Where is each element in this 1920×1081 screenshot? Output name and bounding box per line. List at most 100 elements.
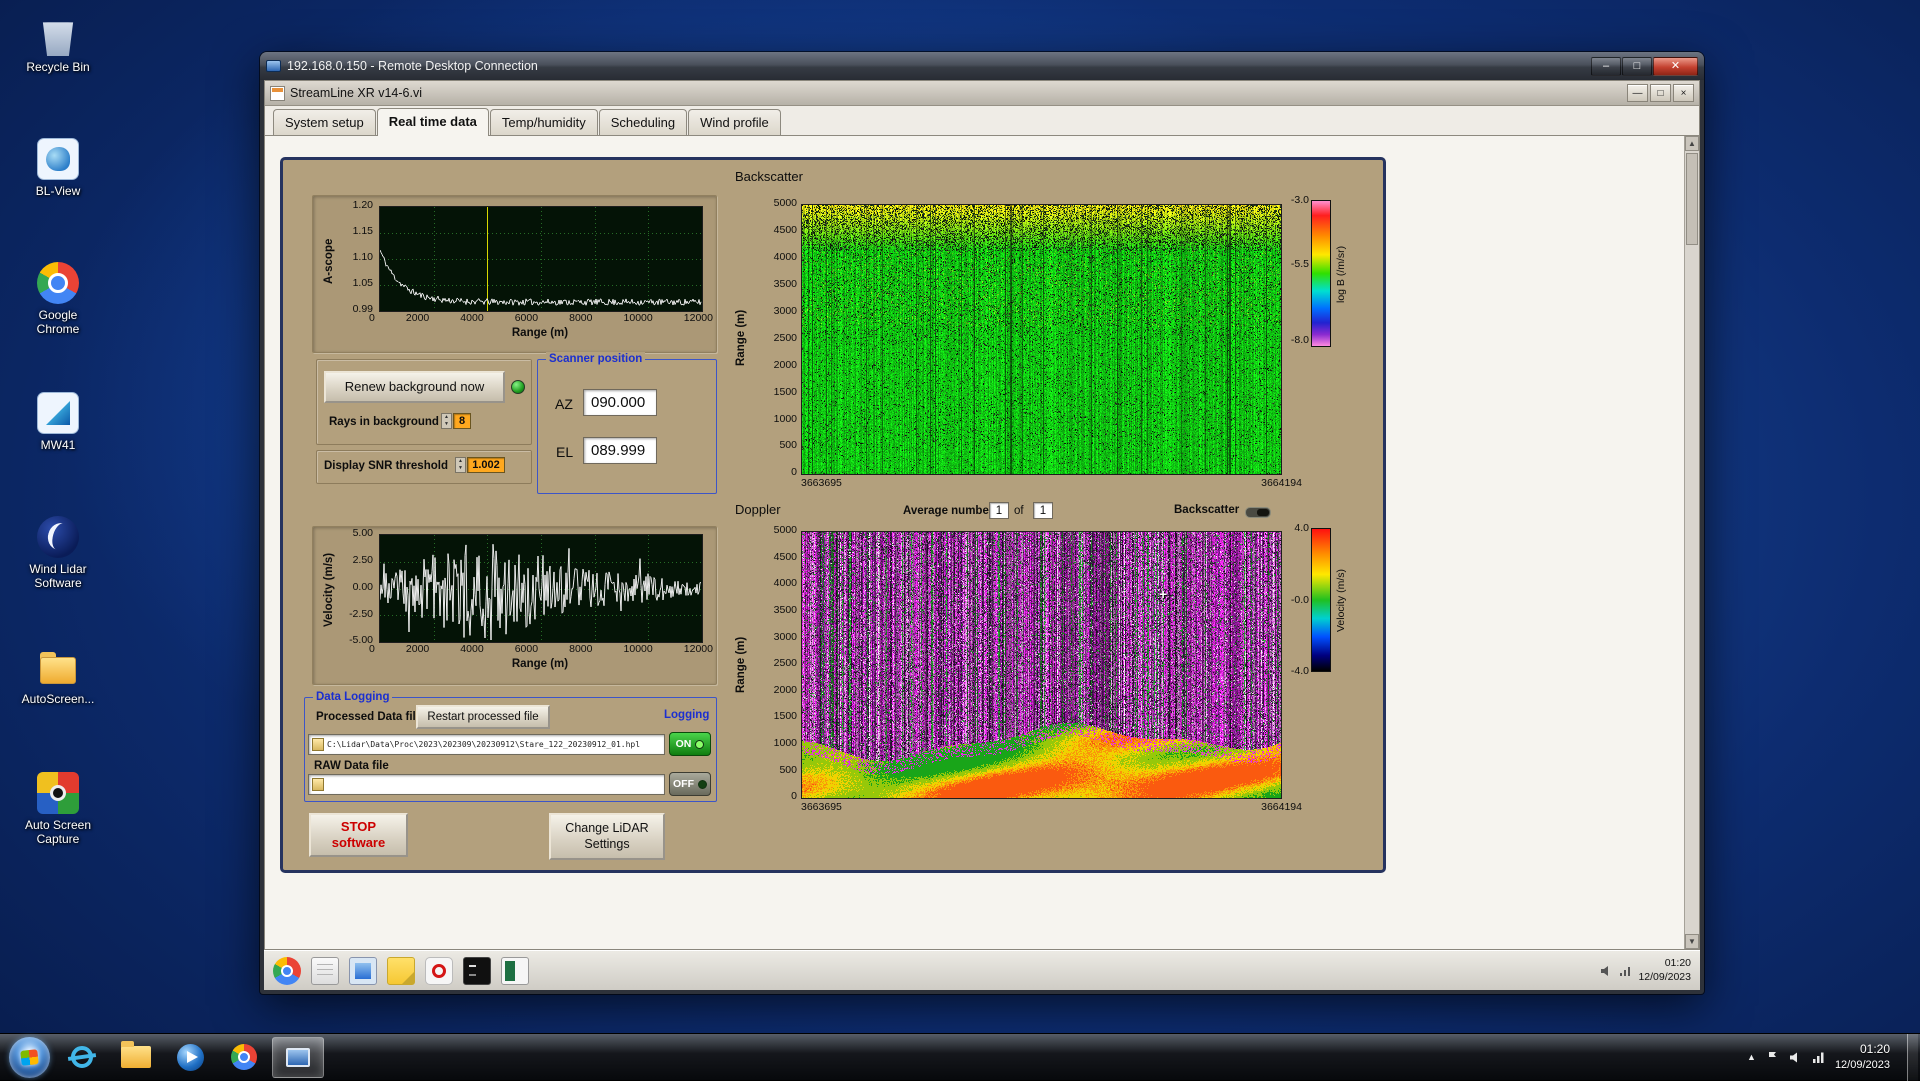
wind-lidar-icon xyxy=(37,516,79,558)
tick-label: 2.50 xyxy=(353,555,373,567)
tab-system-setup[interactable]: System setup xyxy=(273,109,376,135)
desktop-icon-recycle-bin[interactable]: Recycle Bin xyxy=(8,14,108,74)
clock[interactable]: 01:20 12/09/2023 xyxy=(1835,1042,1890,1072)
spinner-down-icon[interactable]: ▼ xyxy=(444,421,449,428)
average-number-value[interactable]: 1 xyxy=(989,502,1009,519)
rays-value[interactable]: 8 xyxy=(453,413,471,429)
rdp-close-button[interactable]: ✕ xyxy=(1653,57,1698,76)
spinner-up-icon[interactable]: ▲ xyxy=(444,414,449,421)
processed-data-file-path[interactable]: C:\Lidar\Data\Proc\2023\202309\20230912\… xyxy=(308,734,665,755)
volume-icon[interactable] xyxy=(1789,1051,1802,1064)
vi-icon xyxy=(270,86,285,101)
rdp-maximize-button[interactable]: □ xyxy=(1622,57,1652,76)
az-value: 090.000 xyxy=(583,389,657,416)
action-center-flag-icon[interactable] xyxy=(1766,1051,1779,1064)
doppler-colorbar xyxy=(1311,528,1331,672)
velocity-y-axis-label: Velocity (m/s) xyxy=(323,545,335,635)
raw-logging-off-switch[interactable]: OFF xyxy=(669,772,711,796)
app-close-button[interactable]: × xyxy=(1673,84,1694,102)
chrome-icon xyxy=(37,262,79,304)
desktop-icon-autoscreen[interactable]: AutoScreen... xyxy=(8,646,108,706)
renew-background-button[interactable]: Renew background now xyxy=(324,371,505,403)
rdp-icon xyxy=(266,60,281,72)
average-of-value[interactable]: 1 xyxy=(1033,502,1053,519)
taskbar-rdp-button[interactable] xyxy=(272,1037,324,1078)
host-taskbar: ▲ 01:20 12/09/2023 xyxy=(0,1033,1920,1080)
desktop-icon-mw41[interactable]: MW41 xyxy=(8,392,108,452)
average-number-label: Average number xyxy=(903,505,993,517)
spreadsheet-icon[interactable] xyxy=(501,957,529,985)
desktop-icon-auto-screen-capture[interactable]: Auto Screen Capture xyxy=(8,772,108,846)
remote-volume-icon[interactable] xyxy=(1600,965,1612,977)
desktop-icon-bl-view[interactable]: BL-View xyxy=(8,138,108,198)
tick-label: 3500 xyxy=(774,605,797,617)
scroll-down-icon[interactable]: ▼ xyxy=(1685,934,1699,949)
mouse-cursor: + xyxy=(1159,587,1167,601)
browser-icon[interactable] xyxy=(273,957,301,985)
notepad-icon[interactable] xyxy=(311,957,339,985)
rdp-titlebar[interactable]: 192.168.0.150 - Remote Desktop Connectio… xyxy=(260,52,1704,80)
doppler-title: Doppler xyxy=(735,502,781,517)
app-minimize-button[interactable]: — xyxy=(1627,84,1648,102)
tab-wind-profile[interactable]: Wind profile xyxy=(688,109,781,135)
velocity-plot xyxy=(379,534,703,643)
doppler-y-axis-label: Range (m) xyxy=(735,615,747,715)
show-desktop-button[interactable] xyxy=(1907,1034,1918,1081)
tick-label: 10000 xyxy=(624,644,653,656)
tab-scheduling[interactable]: Scheduling xyxy=(599,109,687,135)
remote-clock[interactable]: 01:20 12/09/2023 xyxy=(1638,957,1691,984)
spinner-up-icon[interactable]: ▲ xyxy=(458,458,463,465)
app-titlebar[interactable]: StreamLine XR v14-6.vi — □ × xyxy=(265,81,1699,106)
rdp-minimize-button[interactable]: – xyxy=(1591,57,1621,76)
command-prompt-icon[interactable] xyxy=(463,957,491,985)
vertical-scrollbar[interactable]: ▲ ▼ xyxy=(1684,136,1699,949)
taskbar-explorer-button[interactable] xyxy=(110,1037,162,1078)
remote-computer-icon[interactable] xyxy=(349,957,377,985)
desktop-icon-wind-lidar[interactable]: Wind Lidar Software xyxy=(8,516,108,590)
desktop-icon-label: Google Chrome xyxy=(16,308,100,336)
snr-value[interactable]: 1.002 xyxy=(467,457,505,473)
tab-real-time-data[interactable]: Real time data xyxy=(377,108,489,136)
tab-temp-humidity[interactable]: Temp/humidity xyxy=(490,109,598,135)
start-button[interactable] xyxy=(9,1037,50,1078)
snr-spinner[interactable]: ▲▼ xyxy=(455,457,466,473)
spinner-down-icon[interactable]: ▼ xyxy=(458,465,463,472)
tick-label: 6000 xyxy=(515,644,538,656)
media-player-icon xyxy=(177,1044,204,1071)
tick-label: 0 xyxy=(791,791,797,803)
el-label: EL xyxy=(556,444,573,460)
taskbar-media-player-button[interactable] xyxy=(164,1037,216,1078)
off-label: OFF xyxy=(673,778,694,790)
power-icon[interactable] xyxy=(425,957,453,985)
processed-path-text: C:\Lidar\Data\Proc\2023\202309\20230912\… xyxy=(327,740,640,749)
rays-spinner[interactable]: ▲▼ xyxy=(441,413,452,429)
scrollbar-thumb[interactable] xyxy=(1686,153,1698,245)
show-hidden-icons-button[interactable]: ▲ xyxy=(1747,1052,1756,1062)
taskbar-chrome-button[interactable] xyxy=(218,1037,270,1078)
tick-label: 1000 xyxy=(774,414,797,426)
processed-logging-on-switch[interactable]: ON xyxy=(669,732,711,756)
processed-data-file-label: Processed Data file xyxy=(316,711,422,723)
backscatter-toggle-switch[interactable] xyxy=(1245,507,1271,518)
remote-network-icon[interactable] xyxy=(1619,965,1631,977)
raw-data-file-path[interactable] xyxy=(308,774,665,795)
app-restore-button[interactable]: □ xyxy=(1650,84,1671,102)
change-lidar-settings-button[interactable]: Change LiDAR Settings xyxy=(549,813,665,860)
backscatter-heatmap xyxy=(801,204,1282,475)
restart-processed-file-button[interactable]: Restart processed file xyxy=(416,705,550,729)
off-led xyxy=(698,780,707,789)
stop-software-button[interactable]: STOP software xyxy=(309,813,408,857)
sticky-notes-icon[interactable] xyxy=(387,957,415,985)
taskbar-ie-button[interactable] xyxy=(56,1037,108,1078)
scanner-position-title: Scanner position xyxy=(546,352,645,366)
doppler-colorbar-label: Velocity (m/s) xyxy=(1335,540,1347,660)
scroll-up-icon[interactable]: ▲ xyxy=(1685,136,1699,151)
tick-label: 1500 xyxy=(774,387,797,399)
rays-in-background-label: Rays in background xyxy=(329,416,439,428)
network-icon[interactable] xyxy=(1812,1051,1825,1064)
vi-body: A-scope 1.201.151.101.050.99 02000400060… xyxy=(265,136,1699,949)
desktop-icon-google-chrome[interactable]: Google Chrome xyxy=(8,262,108,336)
tick-label: 8000 xyxy=(569,313,592,325)
velocity-y-ticks: 5.002.500.00-2.50-5.00 xyxy=(335,528,373,647)
rdp-session-icon xyxy=(286,1048,310,1067)
